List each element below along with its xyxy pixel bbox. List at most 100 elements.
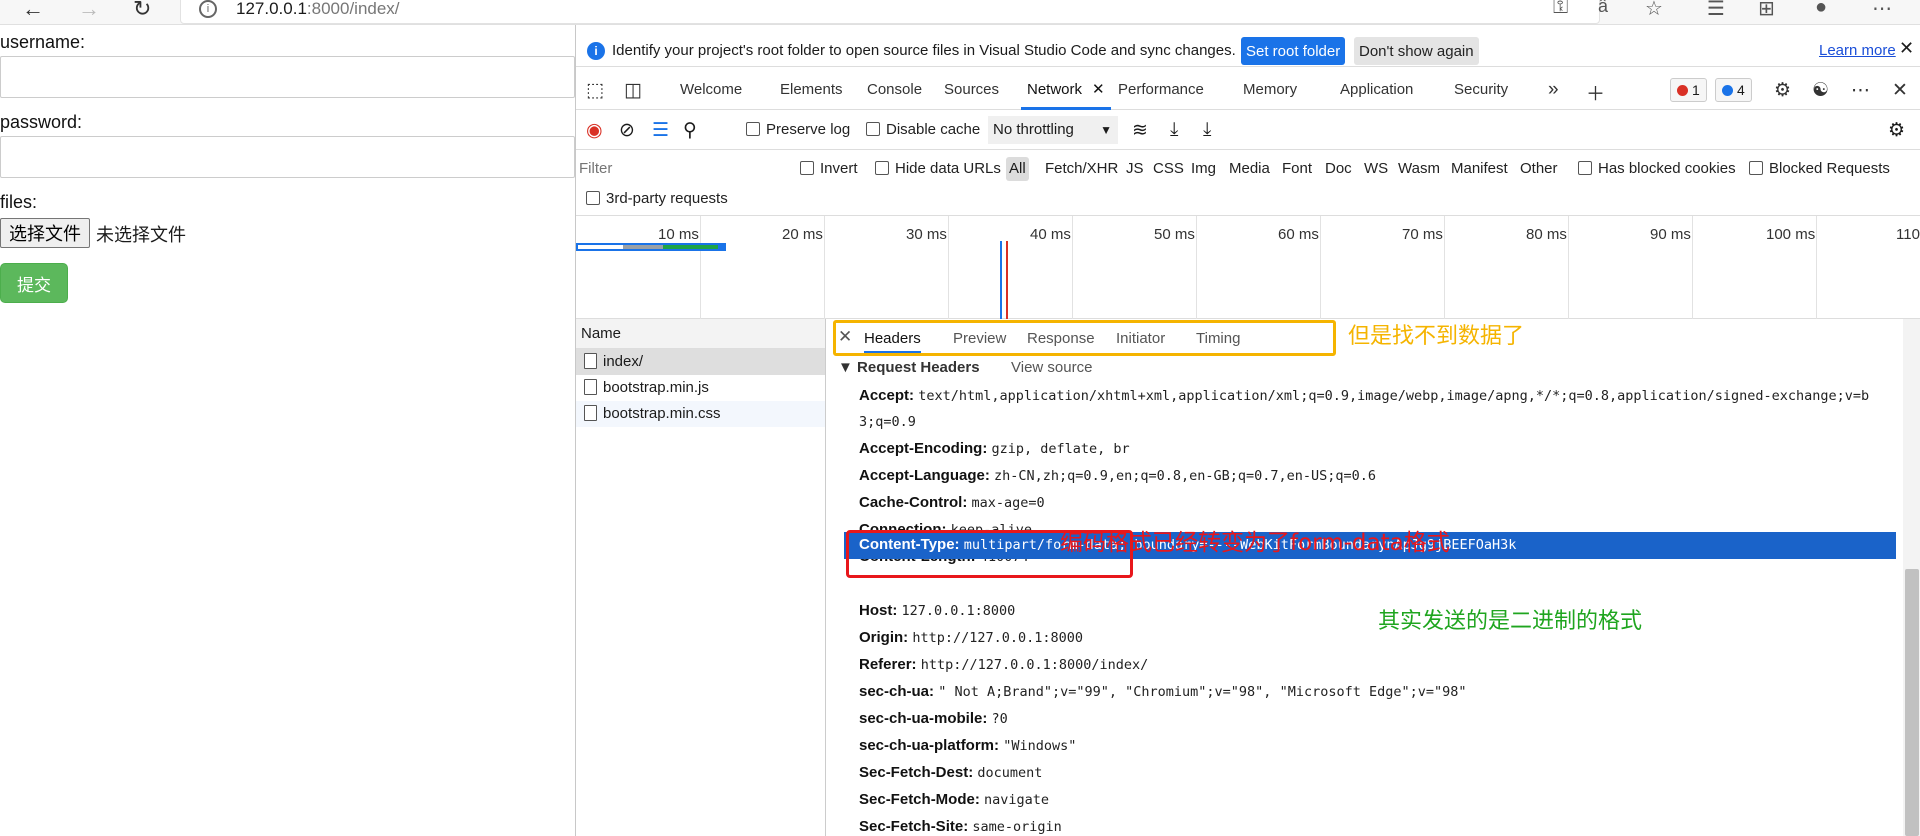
tab-elements[interactable]: Elements — [780, 70, 843, 110]
tab-performance[interactable]: Performance — [1118, 70, 1204, 110]
tab-security[interactable]: Security — [1454, 70, 1508, 110]
filter-icon[interactable]: ☰ — [652, 119, 669, 142]
network-settings-icon[interactable]: ⚙ — [1888, 119, 1905, 142]
third-party-checkbox[interactable]: 3rd-party requests — [586, 190, 728, 207]
inspect-element-icon[interactable]: ⬚ — [586, 79, 604, 102]
search-icon[interactable]: ⚲ — [683, 119, 697, 142]
header-row: Accept-Language: zh-CN,zh;q=0.9,en;q=0.8… — [859, 467, 1377, 484]
more-menu-icon[interactable]: ⋯ — [1872, 0, 1892, 21]
tab-welcome[interactable]: Welcome — [680, 70, 742, 110]
files-label: files: — [0, 192, 38, 212]
username-input[interactable] — [0, 56, 575, 98]
tab-console[interactable]: Console — [867, 70, 922, 110]
hide-data-urls-checkbox[interactable]: Hide data URLs — [875, 160, 1001, 177]
learn-more-link[interactable]: Learn more — [1819, 42, 1896, 59]
filter-type-font[interactable]: Font — [1282, 160, 1312, 177]
tab-application[interactable]: Application — [1340, 70, 1413, 110]
close-icon[interactable]: ✕ — [1899, 38, 1914, 59]
password-label: password: — [0, 112, 83, 132]
network-conditions-icon[interactable]: ≋ — [1132, 119, 1148, 142]
preserve-log-checkbox[interactable]: Preserve log — [746, 121, 850, 138]
close-tab-icon[interactable]: ✕ — [1092, 81, 1105, 98]
request-headers-title[interactable]: ▼ Request Headers — [838, 359, 980, 376]
filter-type-media[interactable]: Media — [1229, 160, 1270, 177]
waterfall-bar — [663, 245, 718, 249]
filter-type-doc[interactable]: Doc — [1325, 160, 1352, 177]
request-list: Name index/ bootstrap.min.js bootstrap.m… — [576, 319, 826, 836]
invert-checkbox[interactable]: Invert — [800, 160, 858, 177]
back-icon[interactable]: ← — [22, 0, 44, 22]
username-label: username: — [0, 32, 86, 52]
filter-type-ws[interactable]: WS — [1364, 160, 1388, 177]
key-icon[interactable]: ⚿ — [1553, 0, 1568, 19]
export-har-icon[interactable]: ⤓ — [1203, 119, 1211, 141]
tab-memory[interactable]: Memory — [1243, 70, 1297, 110]
favorites-list-icon[interactable]: ☰ — [1707, 0, 1725, 21]
waterfall-bar — [623, 245, 663, 249]
customize-icon[interactable]: ☯ — [1812, 79, 1829, 102]
collections-icon[interactable]: ⊞ — [1758, 0, 1775, 21]
header-row: sec-ch-ua: " Not A;Brand";v="99", "Chrom… — [859, 683, 1467, 700]
more-tabs-icon[interactable]: » — [1548, 79, 1559, 101]
has-blocked-cookies-checkbox[interactable]: Has blocked cookies — [1578, 160, 1736, 177]
clear-icon[interactable]: ⊘ — [619, 119, 635, 142]
tab-sources[interactable]: Sources — [944, 70, 999, 110]
password-input[interactable] — [0, 136, 575, 178]
filter-type-all[interactable]: All — [1006, 157, 1029, 181]
more-options-icon[interactable]: ⋯ — [1851, 79, 1870, 102]
dropdown-arrow-icon: ▼ — [1100, 123, 1112, 137]
favorite-icon[interactable]: ☆ — [1645, 0, 1663, 21]
form-page: username: password: files: 选择文件 未选择文件 提交 — [0, 25, 575, 836]
dom-content-loaded-line — [1000, 241, 1002, 319]
disable-cache-checkbox[interactable]: Disable cache — [866, 121, 980, 138]
tick-label: 80 ms — [1526, 226, 1567, 243]
network-controls: ◉ ⊘ ☰ ⚲ Preserve log Disable cache No th… — [576, 110, 1920, 150]
tick-label: 60 ms — [1278, 226, 1319, 243]
refresh-icon[interactable]: ↻ — [133, 0, 151, 22]
import-har-icon[interactable]: ⤓ — [1170, 119, 1178, 141]
filter-type-other[interactable]: Other — [1520, 160, 1558, 177]
filter-type-fetch-xhr[interactable]: Fetch/XHR — [1045, 160, 1118, 177]
settings-gear-icon[interactable]: ⚙ — [1774, 79, 1791, 102]
submit-button[interactable]: 提交 — [0, 263, 68, 303]
filter-type-wasm[interactable]: Wasm — [1398, 160, 1440, 177]
document-icon — [584, 353, 597, 369]
close-devtools-icon[interactable]: ✕ — [1892, 79, 1908, 102]
header-row: Accept: text/html,application/xhtml+xml,… — [859, 387, 1870, 404]
name-column-header[interactable]: Name — [576, 319, 825, 349]
set-root-folder-button[interactable]: Set root folder — [1241, 37, 1346, 65]
record-icon[interactable]: ◉ — [586, 119, 603, 142]
tick-label: 40 ms — [1030, 226, 1071, 243]
scrollbar-thumb[interactable] — [1905, 569, 1919, 836]
add-tab-icon[interactable]: ＋ — [1586, 79, 1605, 106]
dont-show-again-button[interactable]: Don't show again — [1354, 37, 1479, 65]
filter-type-img[interactable]: Img — [1191, 160, 1216, 177]
filter-type-js[interactable]: JS — [1126, 160, 1144, 177]
header-row: Host: 127.0.0.1:8000 — [859, 602, 1016, 619]
profile-avatar-icon[interactable]: ● — [1815, 0, 1827, 19]
throttling-select[interactable]: No throttling ▼ — [988, 116, 1118, 144]
list-item[interactable]: bootstrap.min.css — [576, 401, 825, 427]
tick-label: 110 — [1896, 226, 1920, 243]
filter-type-manifest[interactable]: Manifest — [1451, 160, 1508, 177]
request-detail: ✕ Headers Preview Response Initiator Tim… — [826, 319, 1920, 836]
list-item[interactable]: bootstrap.min.js — [576, 375, 825, 401]
device-toolbar-icon[interactable]: ◫ — [624, 79, 642, 102]
waterfall-bar — [578, 245, 623, 249]
message-count-badge[interactable]: 4 — [1715, 78, 1752, 102]
header-row: Sec-Fetch-Dest: document — [859, 764, 1043, 781]
tab-network[interactable]: Network ✕ — [1021, 70, 1111, 110]
info-icon: i — [587, 42, 605, 60]
filter-type-css[interactable]: CSS — [1153, 160, 1184, 177]
error-count-badge[interactable]: 1 — [1670, 78, 1707, 102]
filter-input[interactable] — [579, 155, 779, 181]
site-info-icon[interactable]: i — [199, 0, 217, 18]
blocked-requests-checkbox[interactable]: Blocked Requests — [1749, 160, 1890, 177]
list-item[interactable]: index/ — [576, 349, 825, 375]
choose-file-button[interactable]: 选择文件 — [0, 218, 90, 248]
view-source-link[interactable]: View source — [1011, 359, 1092, 376]
address-bar[interactable]: i 127.0.0.1:8000/index/ — [180, 0, 1600, 24]
read-aloud-icon[interactable]: â — [1598, 0, 1608, 17]
forward-icon[interactable]: → — [78, 0, 100, 22]
header-row: Sec-Fetch-Mode: navigate — [859, 791, 1050, 808]
